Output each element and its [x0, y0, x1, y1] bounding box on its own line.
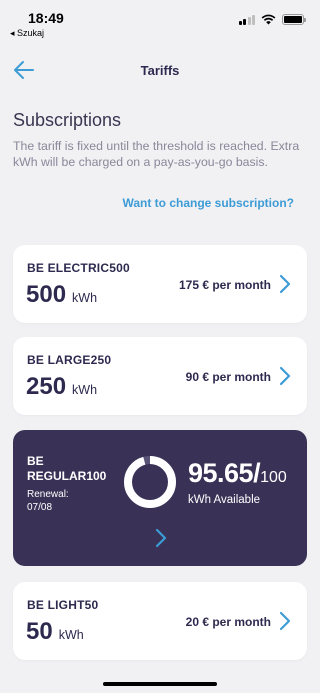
plan-price: 20 € per month [185, 615, 271, 629]
kwh-available-label: kWh Available [188, 494, 261, 506]
active-plan-card[interactable]: BE REGULAR100 Renewal: 07/08 95.65/100 k… [13, 430, 307, 566]
page-title: Tariffs [140, 63, 180, 78]
subscriptions-description: The tariff is fixed until the threshold … [13, 139, 300, 169]
status-bar: 18:49 ◂ Szukaj [0, 0, 320, 44]
cellular-signal-icon [238, 14, 255, 25]
navigation-bar: Tariffs [0, 50, 320, 90]
battery-icon [282, 14, 306, 25]
clock: 18:49 [28, 10, 64, 26]
home-indicator [103, 682, 217, 686]
change-subscription-link[interactable]: Want to change subscription? [122, 196, 294, 210]
system-icons [238, 14, 306, 25]
kwh-available-value: 95.65/100 [188, 458, 287, 488]
subscriptions-heading: Subscriptions [13, 110, 122, 130]
plan-name: BE ELECTRIC500 [27, 261, 130, 275]
plan-kwh: 250 kWh [26, 373, 98, 400]
back-to-app-link[interactable]: ◂ Szukaj [10, 28, 44, 39]
active-plan-name: BE REGULAR100 [27, 454, 107, 483]
plan-kwh: 500 kWh [26, 281, 98, 308]
chevron-right-icon[interactable] [279, 366, 291, 386]
plan-card-large250[interactable]: BE LARGE250 250 kWh 90 € per month [13, 337, 307, 415]
plan-kwh: 50 kWh [26, 618, 84, 645]
usage-ring-icon [124, 456, 176, 508]
chevron-right-icon[interactable] [279, 274, 291, 294]
plan-name: BE LARGE250 [27, 353, 112, 367]
plan-price: 175 € per month [178, 278, 271, 292]
chevron-down-icon[interactable] [155, 528, 167, 548]
plan-card-light50[interactable]: BE LIGHT50 50 kWh 20 € per month [13, 582, 307, 660]
chevron-right-icon[interactable] [279, 611, 291, 631]
plan-name: BE LIGHT50 [27, 598, 99, 612]
renewal-label: Renewal: [27, 489, 69, 500]
plan-card-electric500[interactable]: BE ELECTRIC500 500 kWh 175 € per month [13, 245, 307, 323]
renewal-date: 07/08 [27, 502, 53, 513]
renewal-info: Renewal: 07/08 [27, 488, 69, 514]
plan-price: 90 € per month [185, 370, 271, 384]
wifi-icon [261, 14, 276, 25]
